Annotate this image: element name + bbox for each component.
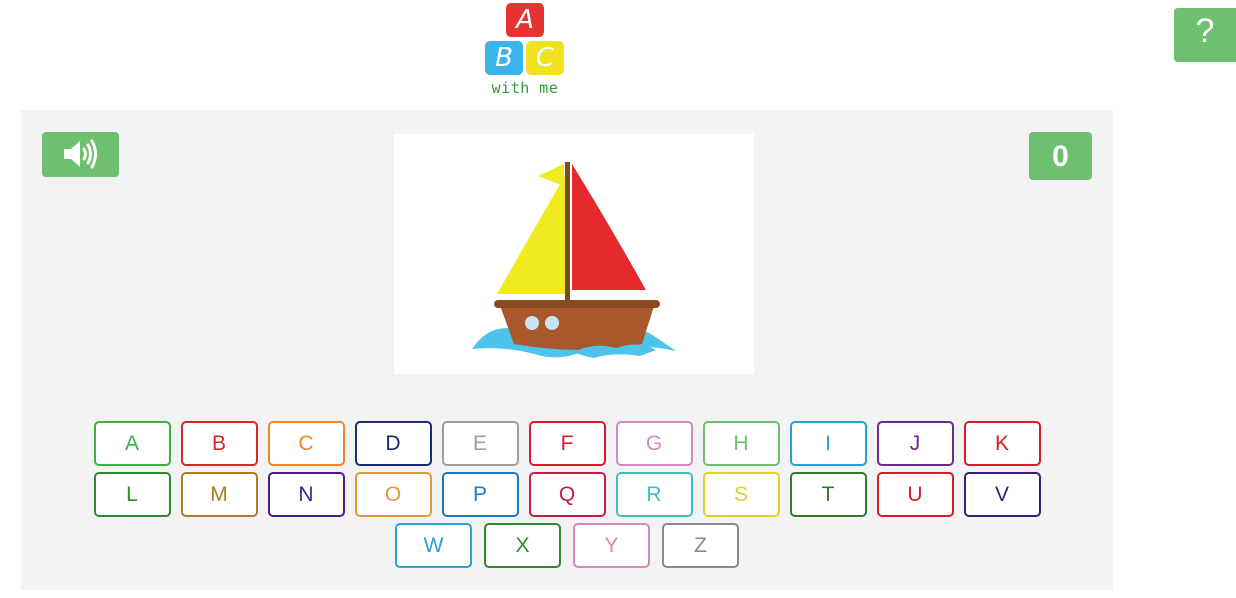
letter-key-g[interactable]: G: [615, 421, 693, 466]
letter-key-z[interactable]: Z: [662, 523, 739, 568]
letter-key-h[interactable]: H: [702, 421, 780, 466]
letter-key-u[interactable]: U: [876, 472, 954, 517]
help-button[interactable]: ?: [1174, 8, 1236, 62]
letter-key-r[interactable]: R: [615, 472, 693, 517]
letter-key-n[interactable]: N: [267, 472, 345, 517]
letter-key-x[interactable]: X: [484, 523, 561, 568]
letter-keyboard: ABCDEFGHIJK LMNOPQRSTUV WXYZ: [21, 421, 1113, 574]
letter-key-e[interactable]: E: [441, 421, 519, 466]
letter-key-o[interactable]: O: [354, 472, 432, 517]
boat-picture: [394, 134, 754, 374]
letter-key-s[interactable]: S: [702, 472, 780, 517]
game-stage: 0 ABCDEFGHIJK LMNOPQRSTUV WXYZ: [21, 110, 1113, 590]
app-logo: A B C with me: [483, 2, 567, 98]
keyboard-row-1: ABCDEFGHIJK: [21, 421, 1113, 466]
letter-key-j[interactable]: J: [876, 421, 954, 466]
letter-key-l[interactable]: L: [93, 472, 171, 517]
logo-tagline: with me: [491, 79, 559, 97]
letter-key-b[interactable]: B: [180, 421, 258, 466]
letter-key-c[interactable]: C: [267, 421, 345, 466]
logo-block-b: B: [485, 41, 523, 75]
letter-key-d[interactable]: D: [354, 421, 432, 466]
letter-key-m[interactable]: M: [180, 472, 258, 517]
boat-image: [472, 162, 676, 358]
letter-key-v[interactable]: V: [963, 472, 1041, 517]
letter-key-f[interactable]: F: [528, 421, 606, 466]
letter-key-t[interactable]: T: [789, 472, 867, 517]
letter-key-k[interactable]: K: [963, 421, 1041, 466]
letter-key-p[interactable]: P: [441, 472, 519, 517]
speaker-icon: [64, 139, 97, 169]
keyboard-row-2: LMNOPQRSTUV: [21, 472, 1113, 517]
letter-key-w[interactable]: W: [395, 523, 472, 568]
letter-key-a[interactable]: A: [93, 421, 171, 466]
logo-block-c: C: [526, 41, 564, 75]
letter-key-q[interactable]: Q: [528, 472, 606, 517]
letter-key-i[interactable]: I: [789, 421, 867, 466]
sound-button[interactable]: [42, 132, 119, 177]
keyboard-row-3: WXYZ: [21, 523, 1113, 568]
logo-block-a: A: [506, 3, 544, 37]
letter-key-y[interactable]: Y: [573, 523, 650, 568]
score-counter: 0: [1029, 132, 1092, 180]
